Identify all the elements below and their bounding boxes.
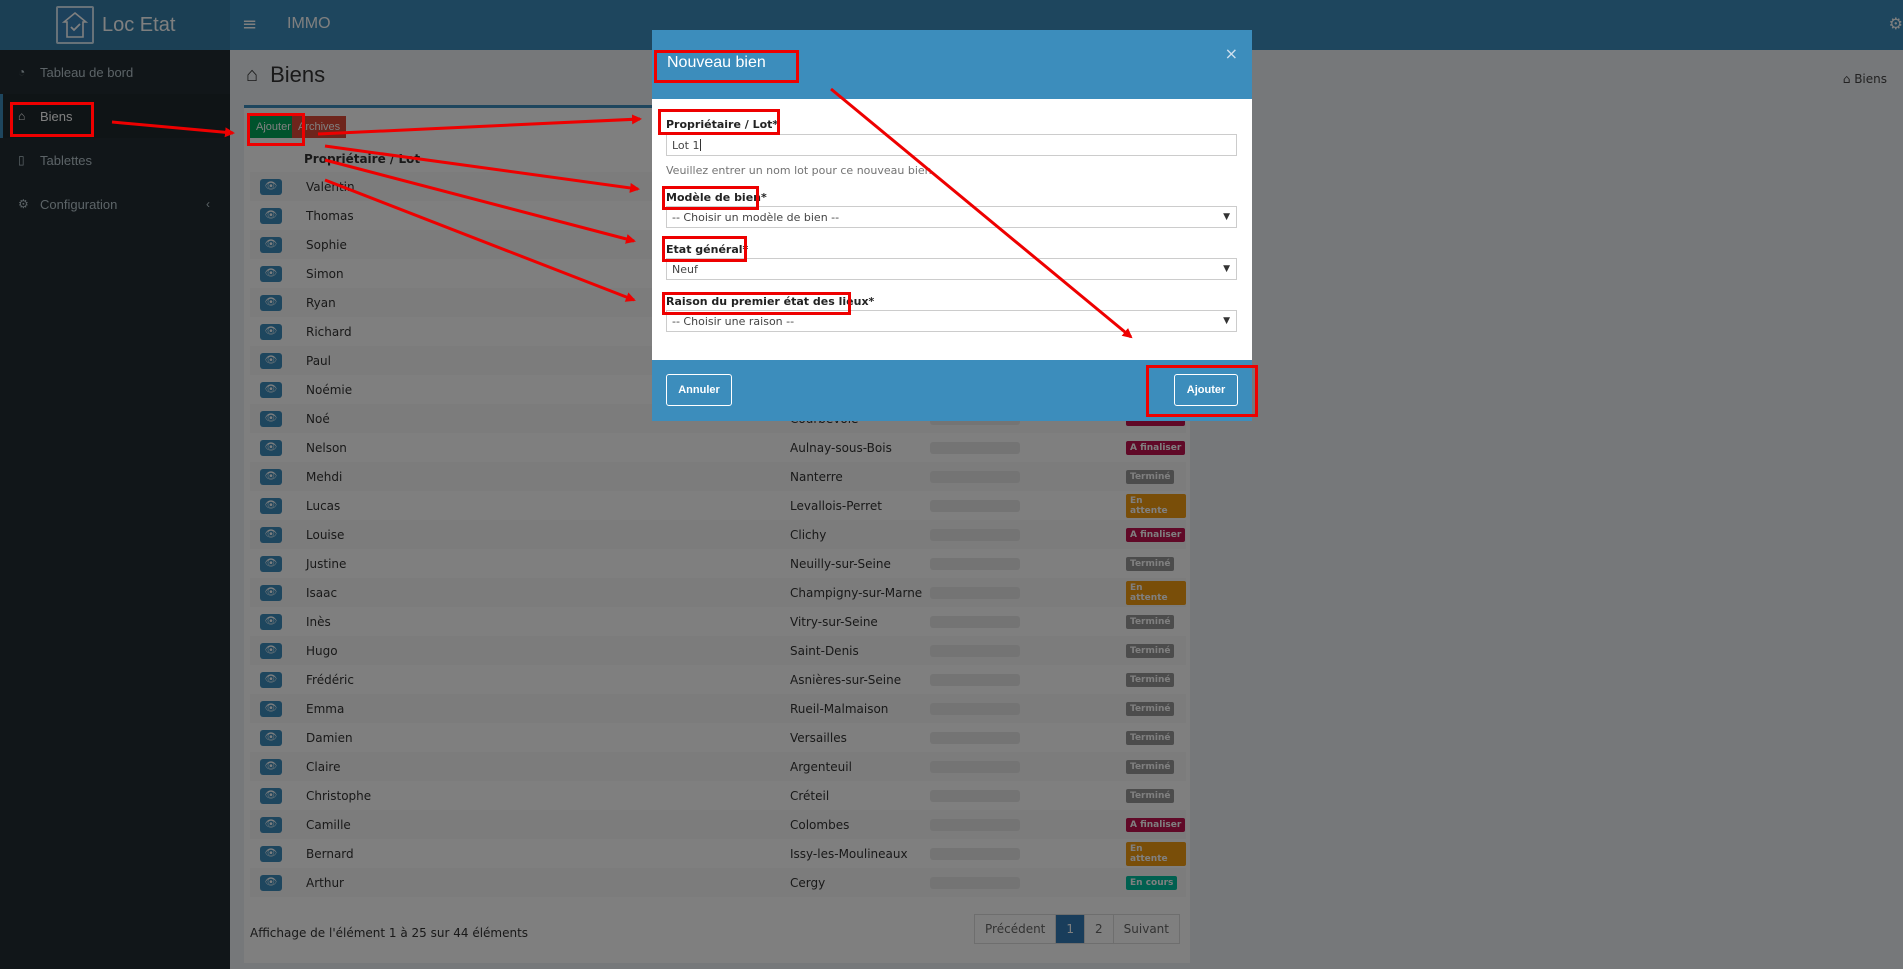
close-icon[interactable]: × [1225,44,1238,63]
lot-help-text: Veuillez entrer un nom lot pour ce nouve… [666,164,932,177]
reason-select-value: -- Choisir une raison -- [672,314,795,328]
lot-input-value: Lot 1 [672,138,700,152]
model-select-value: -- Choisir un modèle de bien -- [672,210,840,224]
state-select-value: Neuf [672,262,698,276]
annotation-box-submit [1146,365,1258,417]
new-bien-modal: Nouveau bien × Propriétaire / Lot* Lot 1… [652,30,1252,421]
caret-down-icon: ▼ [1223,212,1230,222]
annotation-box-ajouter [247,113,305,146]
cancel-button[interactable]: Annuler [666,374,732,406]
annotation-box-lot [658,109,780,135]
modal-body: Propriétaire / Lot* Lot 1 Veuillez entre… [652,99,1252,359]
caret-down-icon: ▼ [1223,316,1230,326]
state-select[interactable]: Neuf ▼ [666,258,1237,280]
annotation-box-title [654,50,799,83]
annotation-box-reason [662,292,851,315]
annotation-box-state [662,236,747,262]
caret-down-icon: ▼ [1223,264,1230,274]
annotation-box-model [662,186,759,210]
annotation-box-biens [10,102,94,137]
lot-input[interactable]: Lot 1 [666,134,1237,156]
